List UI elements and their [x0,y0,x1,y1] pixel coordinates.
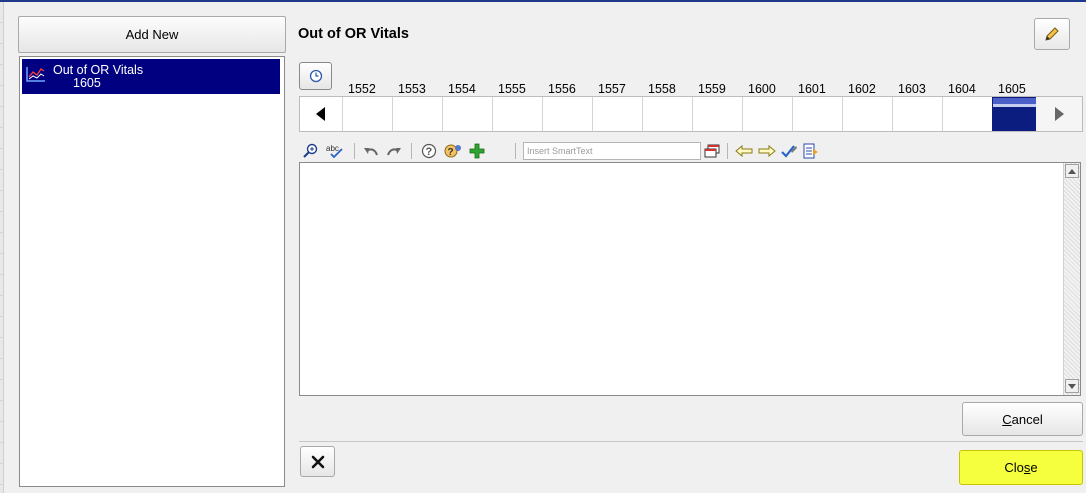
timeline-slot[interactable] [542,97,592,131]
time-label: 1601 [798,82,826,96]
editor-scrollbar[interactable] [1063,163,1080,395]
timeline-slot[interactable] [842,97,892,131]
svg-text:abc: abc [326,144,339,153]
timeline-next-button[interactable] [1036,97,1082,131]
arrow-right-icon [1055,107,1064,121]
time-label: 1554 [448,82,476,96]
clock-icon [309,69,322,83]
x-icon [311,455,324,468]
time-label: 1559 [698,82,726,96]
previous-field-button[interactable] [733,141,755,161]
timeline-slot[interactable] [742,97,792,131]
timeline-prev-button[interactable] [300,97,342,131]
time-label: 1605 [998,82,1026,96]
time-label: 1604 [948,82,976,96]
timeline-slot[interactable] [492,97,542,131]
document-icon [803,143,818,159]
editor-toolbar: abc ? ? Insert SmartText [299,141,1059,161]
arrow-left-icon [316,107,325,121]
sign-button[interactable] [779,141,799,161]
time-label: 1556 [548,82,576,96]
chevron-down-icon [1068,383,1076,389]
delete-button[interactable] [300,446,335,477]
help-button[interactable]: ? [419,141,439,161]
document-button[interactable] [801,141,821,161]
timeline-slot[interactable] [442,97,492,131]
note-editor[interactable] [299,162,1081,396]
zoom-button[interactable] [301,141,321,161]
timeline-slot[interactable] [642,97,692,131]
close-button[interactable]: Close [959,450,1083,485]
help-icon: ? [421,143,437,159]
help-users-button[interactable]: ? [442,141,464,161]
arrow-right-icon [758,145,776,157]
svg-text:?: ? [448,147,454,158]
timeline-slot[interactable] [592,97,642,131]
toolbar-separator [727,143,728,159]
timeline-slot[interactable] [892,97,942,131]
page-title: Out of OR Vitals [298,26,409,42]
timeline-slot[interactable] [992,97,1040,131]
check-pen-icon [781,145,797,158]
add-new-label: Add New [125,27,179,42]
svg-text:?: ? [426,146,433,158]
time-label: 1603 [898,82,926,96]
timeline-slot[interactable] [692,97,742,131]
note-list: Out of OR Vitals 1605 [19,56,285,487]
pencil-icon [1045,27,1059,41]
timeline-slot[interactable] [342,97,392,131]
timeline-slot[interactable] [392,97,442,131]
cancel-button[interactable]: Cancel [962,402,1083,436]
zoom-icon [303,143,318,158]
add-button[interactable] [467,141,487,161]
spellcheck-button[interactable]: abc [324,141,346,161]
redo-icon [387,148,401,156]
time-label: 1553 [398,82,426,96]
edit-button[interactable] [1034,18,1070,50]
add-new-button[interactable]: Add New [18,16,286,53]
time-label: 1600 [748,82,776,96]
next-field-button[interactable] [756,141,778,161]
chart-icon [25,65,47,83]
scroll-up-button[interactable] [1065,164,1079,178]
window-top-border [0,0,1086,2]
spellcheck-icon: abc [326,144,343,159]
list-item-out-of-or-vitals[interactable]: Out of OR Vitals 1605 [22,59,280,94]
timeline [299,96,1083,132]
undo-button[interactable] [362,141,380,161]
chevron-up-icon [1068,168,1076,174]
toolbar-separator [515,143,516,159]
scroll-down-button[interactable] [1065,379,1079,393]
list-item-time: 1605 [73,76,101,90]
toolbar-separator [411,143,412,159]
timeline-slot[interactable] [942,97,992,131]
divider [299,441,1083,442]
cancel-label: Cancel [1002,411,1043,427]
time-label: 1558 [648,82,676,96]
add-icon [469,143,485,159]
time-label: 1557 [598,82,626,96]
time-label: 1555 [498,82,526,96]
arrow-left-icon [735,145,753,157]
close-label: Close [1004,460,1038,475]
time-label: 1602 [848,82,876,96]
toolbar-separator [354,143,355,159]
time-button[interactable] [299,62,332,90]
left-edge [0,2,4,493]
smarttext-window-icon [704,144,720,158]
time-label: 1552 [348,82,376,96]
help-users-icon: ? [444,144,461,158]
smarttext-placeholder: Insert SmartText [527,146,593,156]
redo-button[interactable] [385,141,403,161]
undo-icon [364,148,378,156]
smarttext-input[interactable]: Insert SmartText [523,142,701,160]
timeline-slot[interactable] [792,97,842,131]
smarttext-window-button[interactable] [702,141,722,161]
